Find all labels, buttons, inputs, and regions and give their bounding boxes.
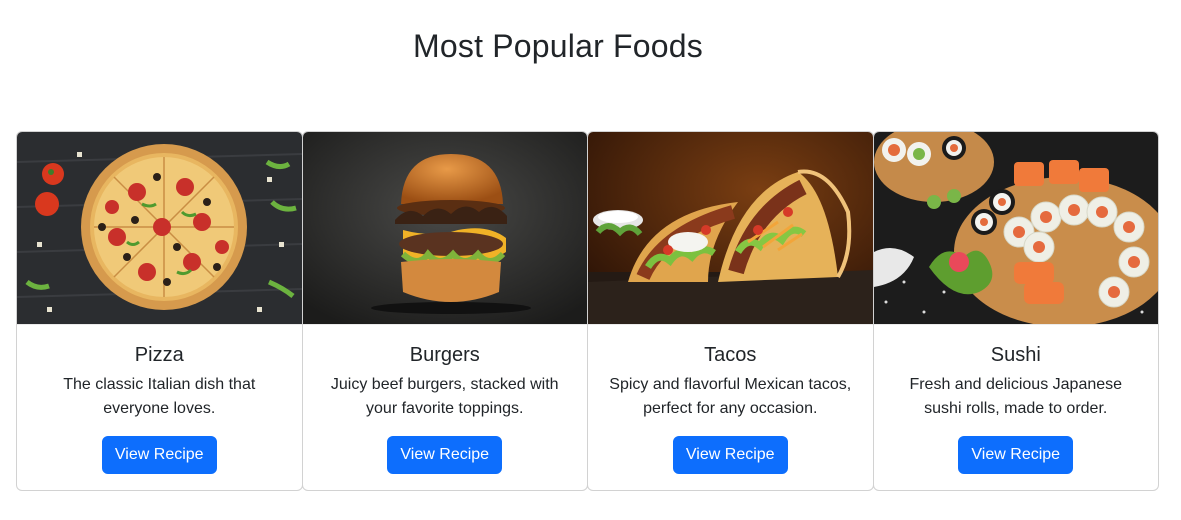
card-body: Burgers Juicy beef burgers, stacked with…	[303, 343, 588, 474]
food-card-sushi: Sushi Fresh and delicious Japanese sushi…	[872, 131, 1159, 491]
page-title: Most Popular Foods	[413, 28, 703, 64]
card-description: Fresh and delicious Japanese sushi rolls…	[909, 376, 1123, 417]
burger-image	[302, 132, 588, 325]
food-card-tacos: Tacos Spicy and flavorful Mexican tacos,…	[587, 131, 874, 491]
card-title: Pizza	[134, 344, 184, 366]
card-title: Tacos	[704, 344, 757, 366]
card-description: Juicy beef burgers, stacked with your fa…	[330, 376, 559, 417]
card-description: Spicy and flavorful Mexican tacos, perfe…	[609, 376, 852, 417]
food-card-pizza: Pizza The classic Italian dish that ever…	[16, 131, 303, 491]
card-title: Sushi	[990, 344, 1041, 366]
view-recipe-button-pizza[interactable]: View Recipe	[101, 436, 217, 474]
card-title: Burgers	[409, 344, 480, 366]
sushi-image	[873, 132, 1159, 325]
view-recipe-button-tacos[interactable]: View Recipe	[672, 436, 788, 474]
tacos-image	[588, 132, 873, 325]
card-body: Pizza The classic Italian dish that ever…	[17, 343, 302, 474]
view-recipe-button-sushi[interactable]: View Recipe	[958, 436, 1074, 474]
food-card-list: Pizza The classic Italian dish that ever…	[16, 131, 1159, 491]
pizza-image	[17, 132, 302, 325]
food-card-burgers: Burgers Juicy beef burgers, stacked with…	[301, 131, 588, 491]
card-description: The classic Italian dish that everyone l…	[63, 376, 256, 417]
view-recipe-button-burgers[interactable]: View Recipe	[387, 436, 503, 474]
card-body: Tacos Spicy and flavorful Mexican tacos,…	[588, 343, 873, 474]
card-body: Sushi Fresh and delicious Japanese sushi…	[874, 343, 1159, 474]
